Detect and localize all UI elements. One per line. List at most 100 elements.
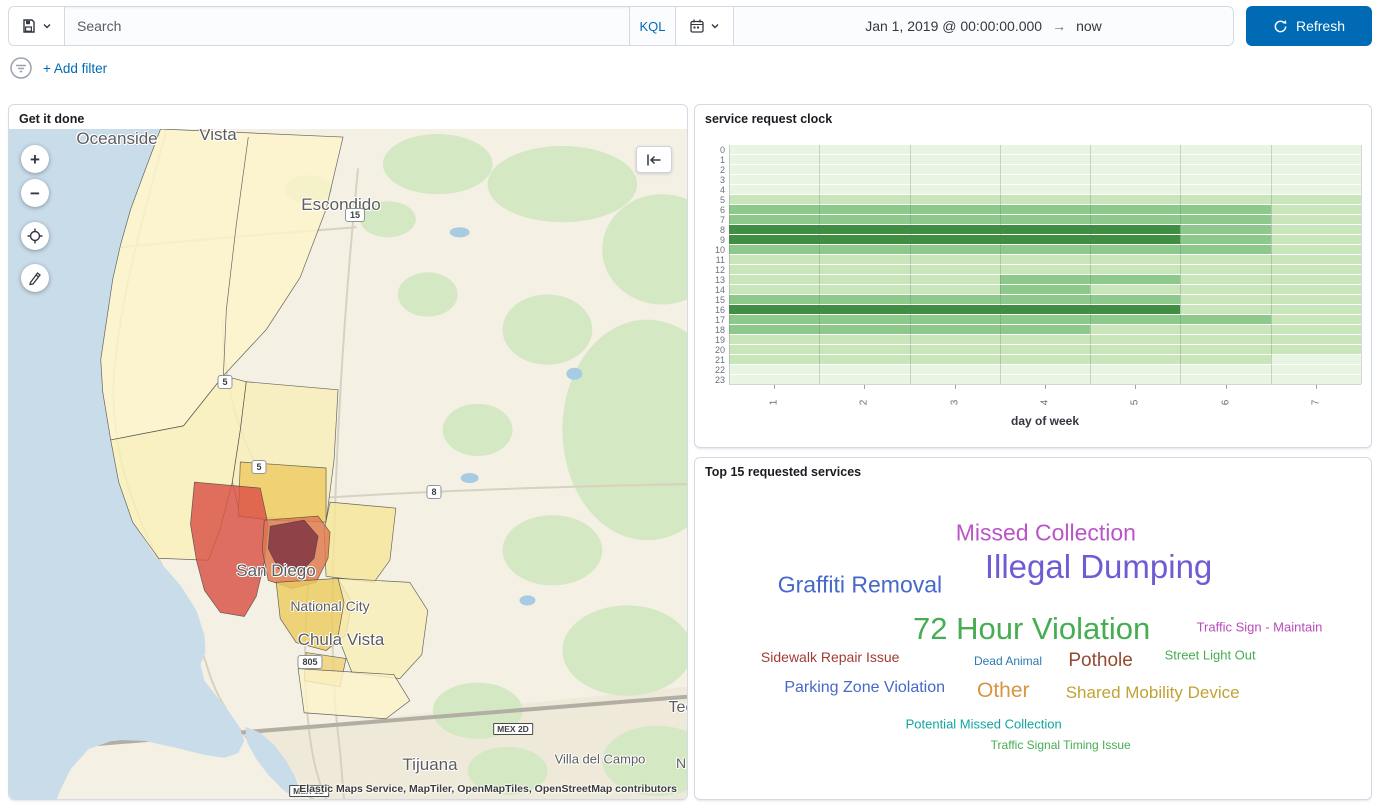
heatmap-cell[interactable] [1090, 205, 1180, 214]
heatmap-cell[interactable] [1000, 375, 1090, 384]
heatmap-cell[interactable] [1271, 365, 1361, 374]
heatmap-cell[interactable] [1000, 205, 1090, 214]
heatmap-cell[interactable] [910, 285, 1000, 294]
map-canvas[interactable]: OceansideVistaEscondidoSan DiegoNational… [9, 129, 687, 799]
heatmap-cell[interactable] [729, 235, 819, 244]
heatmap-cell[interactable] [819, 335, 909, 344]
heatmap-cell[interactable] [1000, 165, 1090, 174]
heatmap-cell[interactable] [1000, 285, 1090, 294]
heatmap-cell[interactable] [729, 295, 819, 304]
heatmap-cell[interactable] [1180, 295, 1270, 304]
heatmap-cell[interactable] [1271, 315, 1361, 324]
heatmap-cell[interactable] [1271, 305, 1361, 314]
heatmap-cell[interactable] [910, 325, 1000, 334]
heatmap-cell[interactable] [1090, 275, 1180, 284]
heatmap-cell[interactable] [819, 285, 909, 294]
heatmap-cell[interactable] [1271, 255, 1361, 264]
tag-72-hour-violation[interactable]: 72 Hour Violation [913, 611, 1150, 647]
heatmap-cell[interactable] [1271, 285, 1361, 294]
heatmap-cell[interactable] [729, 275, 819, 284]
heatmap-cell[interactable] [1000, 365, 1090, 374]
heatmap-cell[interactable] [1180, 365, 1270, 374]
heatmap-cell[interactable] [729, 335, 819, 344]
heatmap-cell[interactable] [910, 305, 1000, 314]
heatmap-cell[interactable] [819, 165, 909, 174]
legend-toggle-button[interactable] [636, 146, 672, 173]
heatmap-cell[interactable] [1180, 285, 1270, 294]
heatmap-cell[interactable] [729, 285, 819, 294]
heatmap-cell[interactable] [1180, 375, 1270, 384]
heatmap-cell[interactable] [1271, 165, 1361, 174]
heatmap-cell[interactable] [1271, 275, 1361, 284]
heatmap-cell[interactable] [910, 295, 1000, 304]
heatmap-cell[interactable] [910, 335, 1000, 344]
heatmap-cell[interactable] [1090, 165, 1180, 174]
heatmap-cell[interactable] [819, 225, 909, 234]
heatmap-cell[interactable] [729, 205, 819, 214]
heatmap-cell[interactable] [1000, 175, 1090, 184]
heatmap-cell[interactable] [1090, 345, 1180, 354]
heatmap-cell[interactable] [1271, 185, 1361, 194]
heatmap-cell[interactable] [819, 205, 909, 214]
heatmap-cell[interactable] [1271, 245, 1361, 254]
heatmap-cell[interactable] [729, 265, 819, 274]
heatmap-cell[interactable] [1180, 215, 1270, 224]
heatmap-cell[interactable] [1180, 235, 1270, 244]
heatmap-cell[interactable] [1180, 255, 1270, 264]
heatmap-cell[interactable] [1000, 335, 1090, 344]
heatmap-cell[interactable] [1180, 155, 1270, 164]
tag-sidewalk-repair-issue[interactable]: Sidewalk Repair Issue [761, 649, 900, 665]
heatmap-cell[interactable] [1090, 305, 1180, 314]
kql-button[interactable]: KQL [629, 7, 675, 45]
heatmap-cell[interactable] [910, 315, 1000, 324]
heatmap-cell[interactable] [1180, 315, 1270, 324]
heatmap-cell[interactable] [729, 345, 819, 354]
add-filter-link[interactable]: + Add filter [43, 61, 107, 76]
heatmap-cell[interactable] [1180, 355, 1270, 364]
heatmap-cell[interactable] [1271, 225, 1361, 234]
heatmap-cell[interactable] [729, 155, 819, 164]
heatmap-cell[interactable] [819, 305, 909, 314]
heatmap-cell[interactable] [1000, 195, 1090, 204]
heatmap-cell[interactable] [1180, 325, 1270, 334]
heatmap-cell[interactable] [1000, 265, 1090, 274]
heatmap-cell[interactable] [819, 215, 909, 224]
date-range-display[interactable]: Jan 1, 2019 @ 00:00:00.000 → now [733, 7, 1233, 45]
heatmap-cell[interactable] [1090, 325, 1180, 334]
heatmap-cell[interactable] [819, 255, 909, 264]
heatmap-cell[interactable] [1090, 225, 1180, 234]
heatmap-cell[interactable] [1271, 325, 1361, 334]
heatmap-cell[interactable] [1180, 305, 1270, 314]
heatmap-cell[interactable] [1090, 235, 1180, 244]
heatmap-cell[interactable] [1000, 225, 1090, 234]
heatmap-cell[interactable] [910, 255, 1000, 264]
heatmap-cell[interactable] [1271, 155, 1361, 164]
heatmap-cell[interactable] [1090, 265, 1180, 274]
heatmap-cell[interactable] [1090, 195, 1180, 204]
heatmap-cell[interactable] [819, 275, 909, 284]
heatmap-cell[interactable] [729, 245, 819, 254]
tag-pothole[interactable]: Pothole [1068, 650, 1132, 672]
heatmap-cell[interactable] [729, 255, 819, 264]
tag-shared-mobility-device[interactable]: Shared Mobility Device [1066, 683, 1240, 703]
heatmap-cell[interactable] [1180, 265, 1270, 274]
heatmap-cell[interactable] [1180, 185, 1270, 194]
tag-dead-animal[interactable]: Dead Animal [974, 654, 1042, 668]
draw-tools-button[interactable] [21, 264, 49, 292]
heatmap-cell[interactable] [910, 365, 1000, 374]
heatmap-cell[interactable] [1000, 275, 1090, 284]
heatmap-cell[interactable] [910, 205, 1000, 214]
heatmap-cell[interactable] [1000, 155, 1090, 164]
heatmap-cell[interactable] [1000, 145, 1090, 154]
heatmap-cell[interactable] [1090, 215, 1180, 224]
heatmap-cell[interactable] [1090, 175, 1180, 184]
heatmap-cell[interactable] [729, 185, 819, 194]
zoom-in-button[interactable]: + [21, 145, 49, 173]
heatmap-cell[interactable] [1180, 195, 1270, 204]
heatmap-cell[interactable] [819, 245, 909, 254]
heatmap-cell[interactable] [1090, 355, 1180, 364]
heatmap-cell[interactable] [729, 365, 819, 374]
tag-traffic-sign-maintain[interactable]: Traffic Sign - Maintain [1197, 619, 1323, 634]
saved-query-menu-button[interactable] [9, 7, 65, 45]
heatmap-cell[interactable] [1090, 375, 1180, 384]
